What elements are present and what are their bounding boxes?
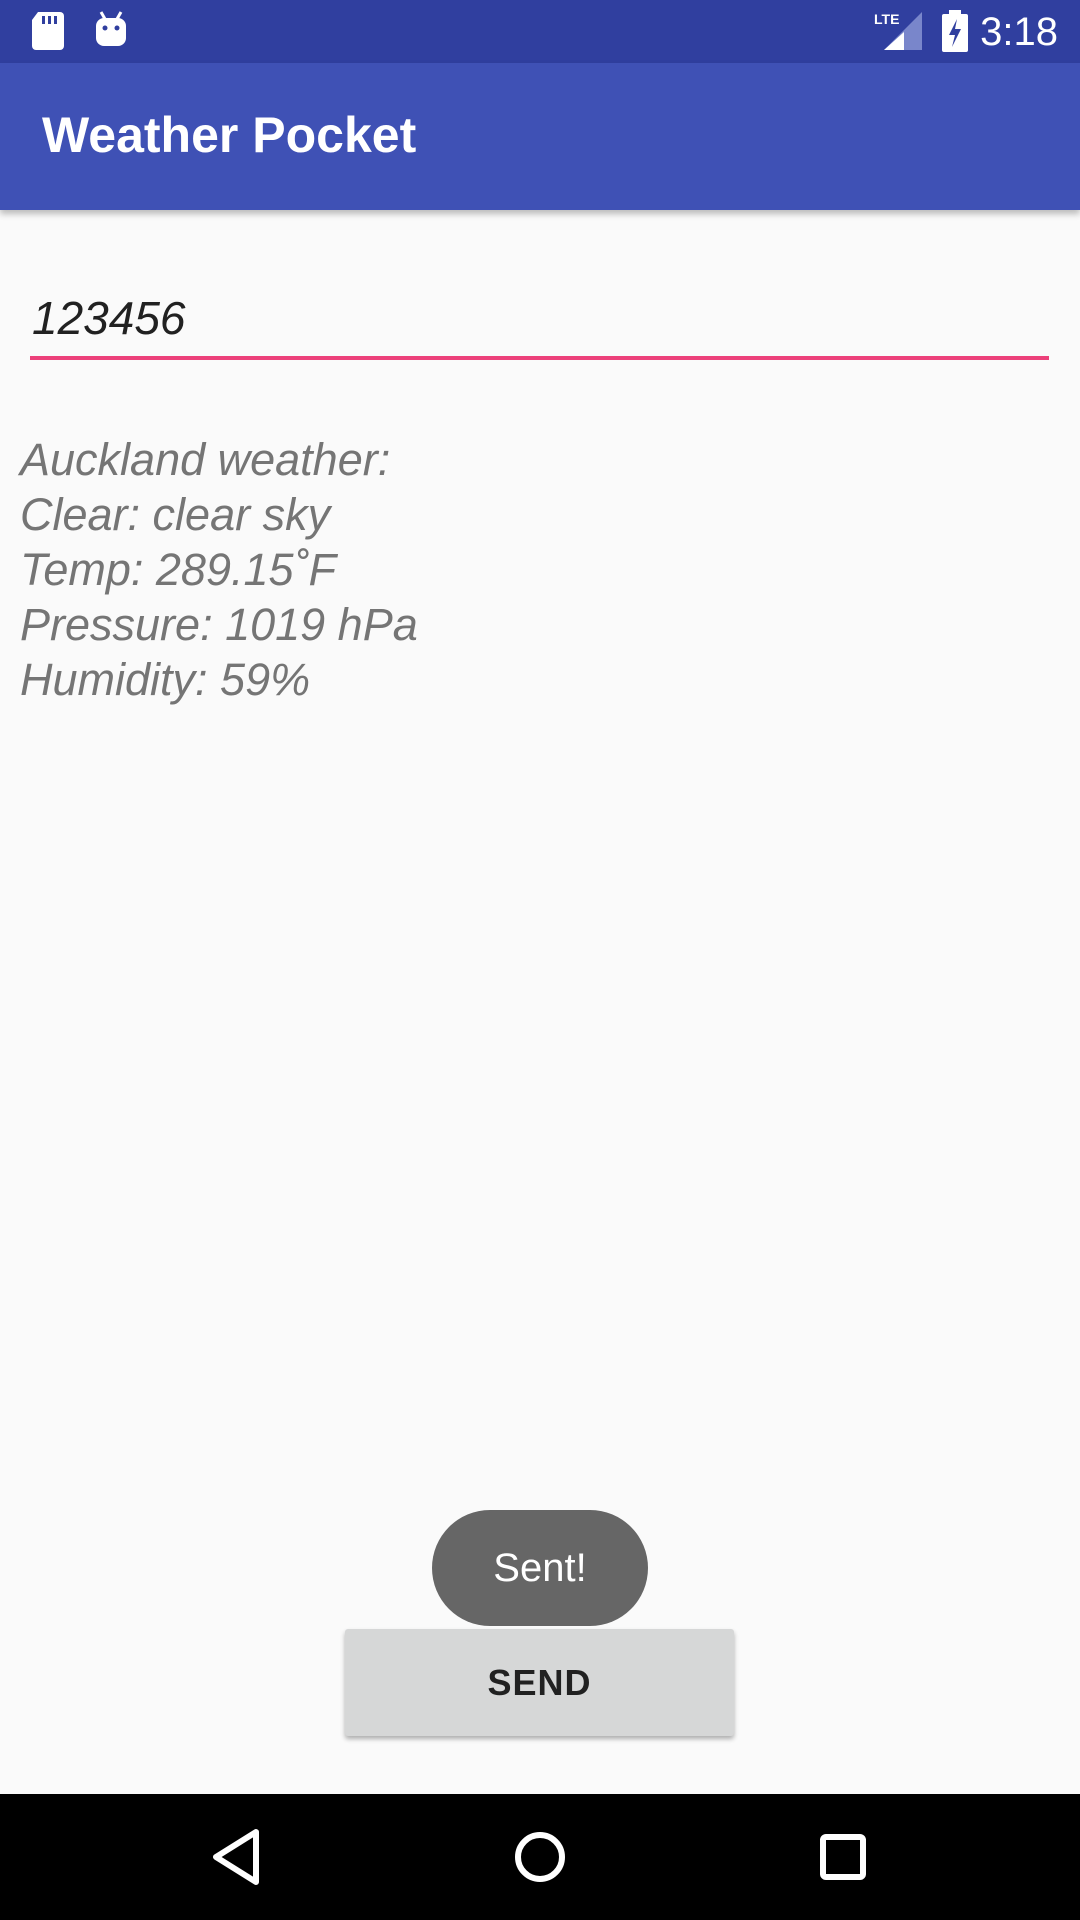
home-icon[interactable] <box>503 1820 577 1894</box>
toast-message: Sent! <box>432 1510 648 1626</box>
app-bar: Weather Pocket <box>0 63 1080 210</box>
send-button[interactable]: SEND <box>345 1629 734 1736</box>
lte-signal-icon: LTE <box>874 11 922 50</box>
weather-result: Auckland weather: Clear: clear sky Temp:… <box>20 432 418 707</box>
weather-humidity-line: Humidity: 59% <box>20 654 311 705</box>
status-clock: 3:18 <box>980 10 1058 54</box>
weather-location-line: Auckland weather: <box>20 434 391 485</box>
status-bar: LTE 3:18 <box>0 0 1080 63</box>
svg-text:LTE: LTE <box>874 11 899 27</box>
screen: LTE 3:18 Weather Pocket Auckland weather… <box>0 0 1080 1920</box>
battery-charging-icon <box>942 10 968 52</box>
recents-icon[interactable] <box>806 1820 880 1894</box>
weather-temp-line: Temp: 289.15˚F <box>20 544 337 595</box>
zip-code-input[interactable] <box>30 280 1049 360</box>
back-icon[interactable] <box>200 1820 274 1894</box>
android-icon <box>96 11 126 46</box>
app-title: Weather Pocket <box>42 107 417 163</box>
weather-condition-line: Clear: clear sky <box>20 489 331 540</box>
sd-card-icon <box>32 12 64 50</box>
weather-pressure-line: Pressure: 1019 hPa <box>20 599 418 650</box>
navigation-bar <box>0 1794 1080 1920</box>
